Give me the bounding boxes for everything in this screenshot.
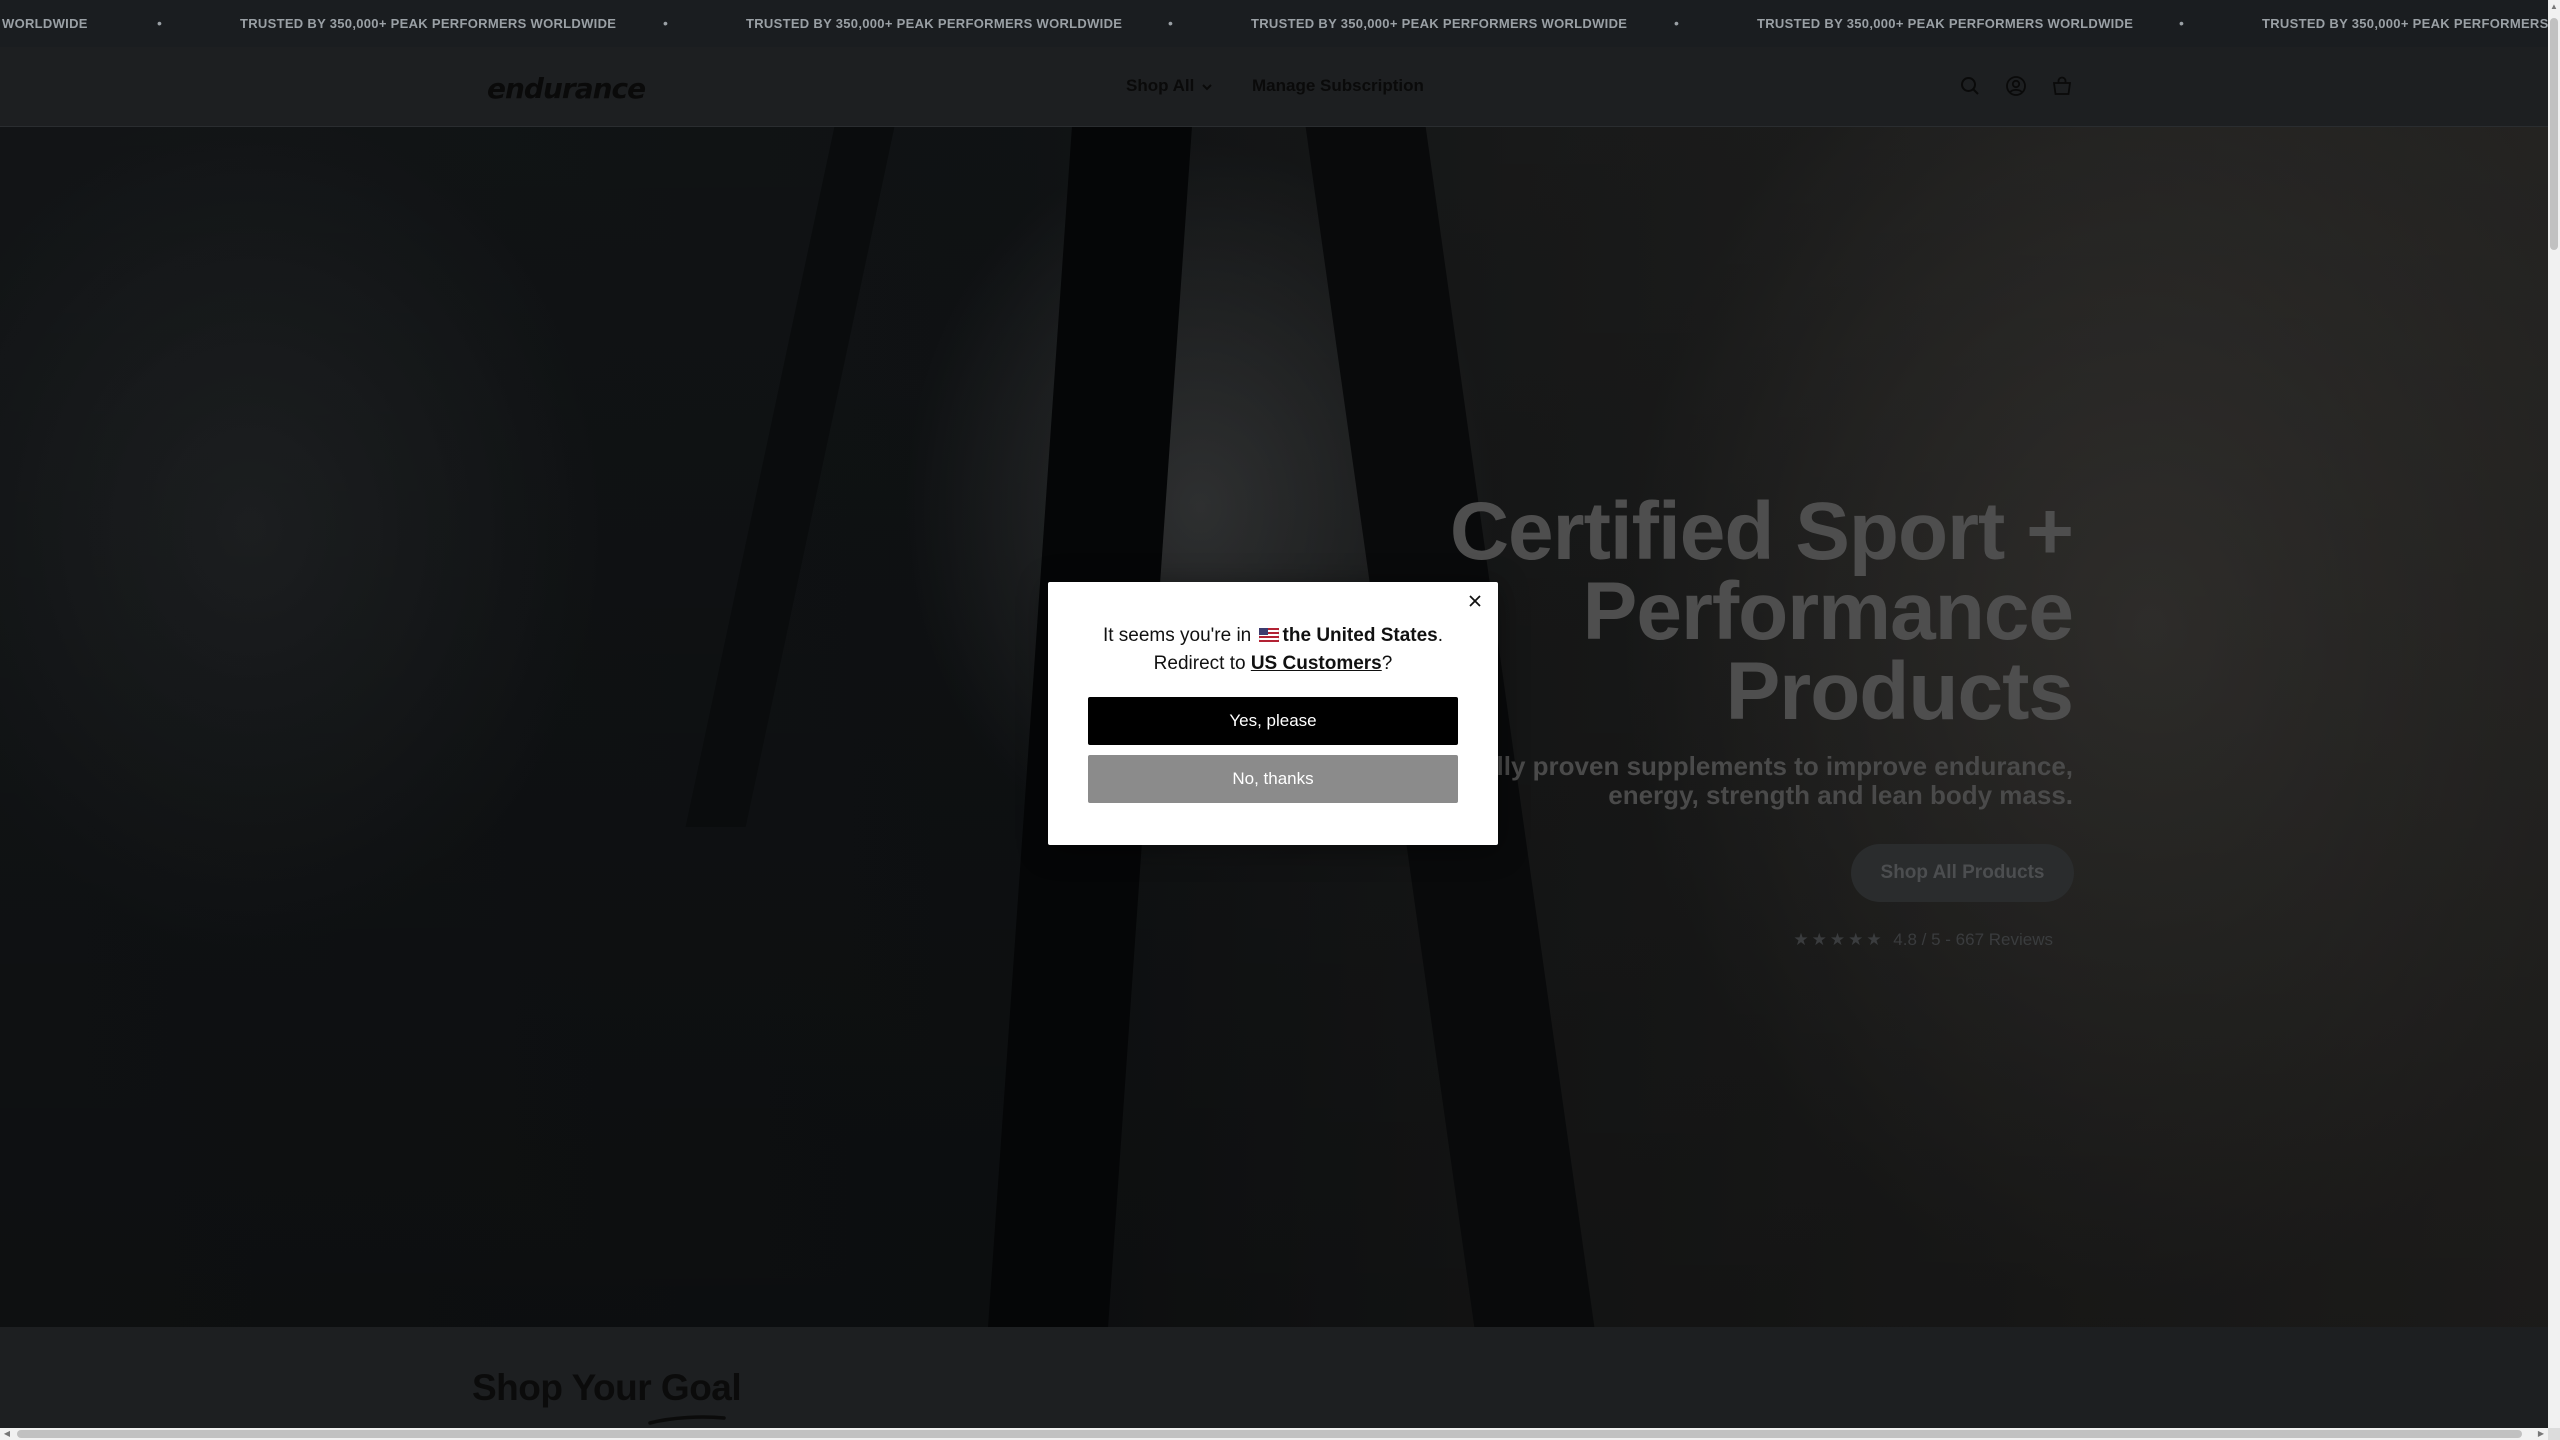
heading-underline-icon [648, 1415, 726, 1425]
announcement-text: WORLDWIDE [2, 16, 88, 31]
message-punctuation: ? [1381, 653, 1393, 674]
announcement-text: TRUSTED BY 350,000+ PEAK PERFORMERS WORL… [746, 16, 1123, 31]
search-icon[interactable] [1959, 75, 1981, 97]
announcement-text: TRUSTED BY 350,000+ PEAK PERFORMERS WORL… [1757, 16, 2134, 31]
hero-title-line: Certified Sport + [1449, 486, 2074, 577]
section-heading-highlight: Goal [660, 1367, 742, 1408]
announcement-text: TRUSTED BY 350,000+ PEAK PERFORMERS WORL… [240, 16, 617, 31]
section-heading-text: Shop Your [472, 1367, 661, 1408]
shop-all-products-button[interactable]: Shop All Products [1851, 844, 2074, 902]
nav-shop-all[interactable]: Shop All [1126, 76, 1194, 96]
country-redirect-modal: It seems you're in the United States. Re… [1048, 582, 1498, 845]
redirect-message: It seems you're in the United States. Re… [1048, 622, 1498, 678]
announcement-separator: • [663, 15, 668, 31]
store-link[interactable]: US Customers [1251, 653, 1382, 674]
cart-icon[interactable] [2051, 75, 2073, 97]
announcement-separator: • [2179, 15, 2184, 31]
announcement-bar: WORLDWIDE • TRUSTED BY 350,000+ PEAK PER… [0, 0, 2548, 47]
message-text: Redirect to [1153, 653, 1251, 674]
rating-stars-icon: ★★★★★ [1793, 930, 1885, 949]
message-punctuation: . [1437, 625, 1444, 646]
shop-your-goal-section: Shop Your Goal [0, 1327, 2548, 1428]
horizontal-scroll-thumb[interactable] [17, 1430, 2522, 1438]
scroll-left-arrow-icon[interactable]: ◀ [0, 1428, 14, 1440]
chevron-down-icon [1202, 84, 1212, 91]
country-name: the United States [1282, 625, 1438, 646]
logo[interactable]: endurance [487, 72, 646, 105]
yes-please-button[interactable]: Yes, please [1088, 697, 1458, 745]
us-flag-icon [1258, 628, 1279, 642]
announcement-text: TRUSTED BY 350,000+ PEAK PERFORMERS WORL… [1251, 16, 1628, 31]
message-text: It seems you're in [1102, 625, 1252, 646]
section-heading: Shop Your Goal [472, 1367, 742, 1409]
scroll-right-arrow-icon[interactable]: ▶ [2534, 1428, 2548, 1440]
announcement-separator: • [1168, 15, 1173, 31]
nav-manage-subscription[interactable]: Manage Subscription [1252, 76, 1424, 96]
announcement-separator: • [1674, 15, 1679, 31]
close-icon[interactable] [1464, 590, 1486, 612]
rating-text: 4.8 / 5 - 667 Reviews [1893, 930, 2053, 949]
hero-image-beam [685, 127, 895, 827]
announcement-text: TRUSTED BY 350,000+ PEAK PERFORMERS WORL… [2262, 16, 2548, 31]
announcement-separator: • [157, 15, 162, 31]
review-rating[interactable]: ★★★★★ 4.8 / 5 - 667 Reviews [1793, 930, 2053, 950]
no-thanks-button[interactable]: No, thanks [1088, 755, 1458, 803]
site-header: endurance Shop All Manage Subscription [0, 47, 2548, 127]
account-icon[interactable] [2005, 75, 2027, 97]
scroll-up-arrow-icon[interactable]: ▲ [2548, 0, 2560, 14]
vertical-scroll-thumb[interactable] [2550, 18, 2558, 250]
scrollbar-corner [2548, 1428, 2560, 1440]
